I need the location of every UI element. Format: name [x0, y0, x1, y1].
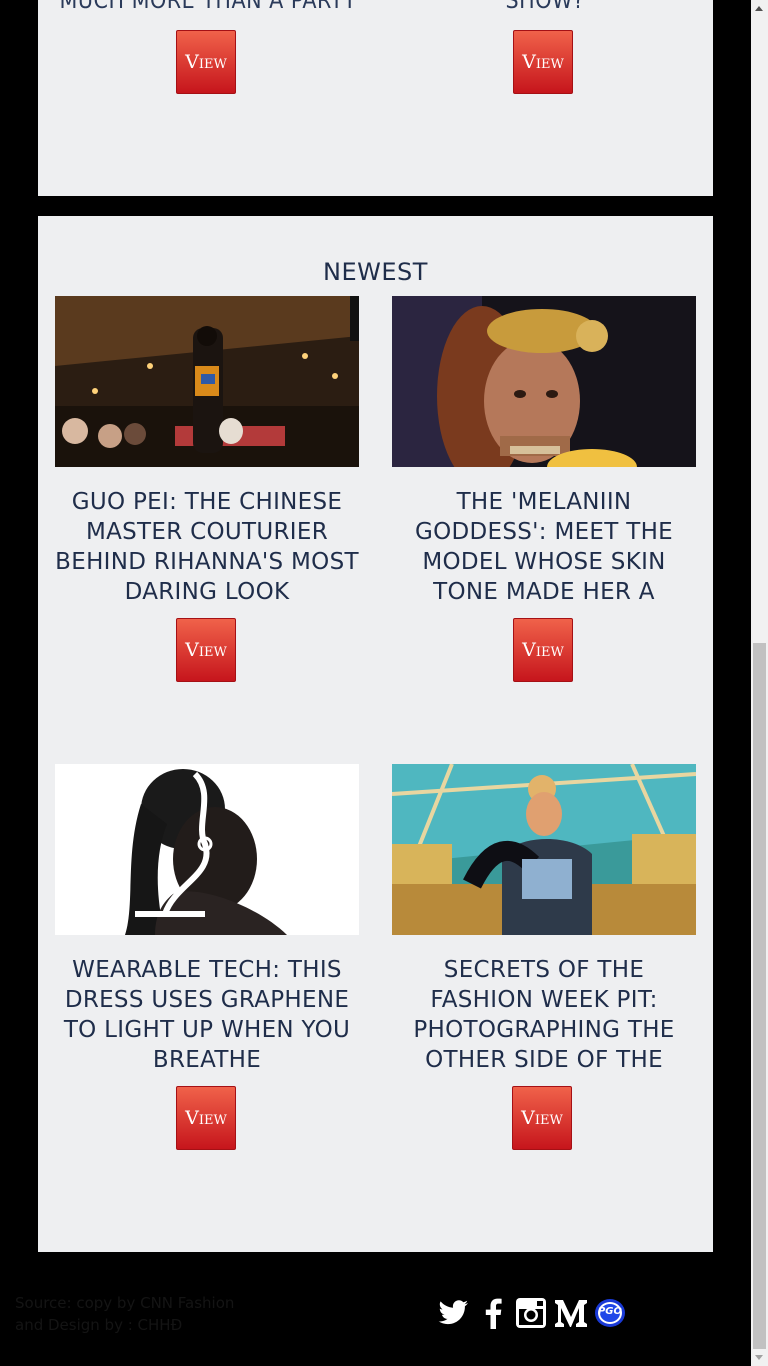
article-title: THE 'MELANIIN GODDESS': MEET THE MODEL W… [414, 489, 673, 605]
article-title: SECRETS OF THE FASHION WEEK PIT: PHOTOGR… [413, 957, 675, 1073]
article-thumbnail[interactable] [392, 764, 696, 935]
footer-credits: Source: copy by CNN Fashion and Design b… [15, 1294, 235, 1334]
article-thumbnail[interactable] [392, 296, 696, 467]
medium-icon[interactable] [553, 1296, 589, 1330]
section-title: NEWEST [323, 258, 428, 286]
instagram-icon[interactable] [514, 1296, 548, 1330]
article-thumbnail[interactable] [55, 764, 359, 935]
article-title: GUO PEI: THE CHINESE MASTER COUTURIER BE… [55, 489, 359, 605]
pgo-label: PGO [597, 1306, 623, 1317]
scrollbar-thumb[interactable] [753, 643, 766, 1349]
article-title: WEARABLE TECH: THIS DRESS USES GRAPHENE … [63, 957, 351, 1073]
article-card: SECRETS OF THE FASHION WEEK PIT: PHOTOGR… [392, 764, 696, 1075]
view-button[interactable]: View [176, 1086, 236, 1150]
view-button[interactable]: View [176, 30, 236, 94]
view-button[interactable]: View [513, 618, 573, 682]
article-title: SHOW? [505, 0, 585, 14]
view-button[interactable]: View [176, 618, 236, 682]
scroll-down-icon[interactable] [755, 1355, 763, 1360]
newest-section: NEWEST GUO PEI: THE CHINESE MASTER COUTU… [38, 216, 713, 1252]
previous-articles-panel: MUCH MORE THAN A PARTY SHOW? View View [38, 0, 713, 196]
article-card: THE 'MELANIIN GODDESS': MEET THE MODEL W… [392, 296, 696, 607]
twitter-icon[interactable] [436, 1296, 470, 1330]
pgo-icon[interactable]: PGO [594, 1298, 626, 1328]
scroll-up-icon[interactable] [755, 6, 763, 11]
article-title: MUCH MORE THAN A PARTY [59, 0, 357, 14]
article-card: GUO PEI: THE CHINESE MASTER COUTURIER BE… [55, 296, 359, 607]
view-button[interactable]: View [512, 1086, 572, 1150]
facebook-icon[interactable] [476, 1296, 510, 1330]
view-button[interactable]: View [513, 30, 573, 94]
article-thumbnail[interactable] [55, 296, 359, 467]
vertical-scrollbar[interactable] [751, 0, 768, 1366]
article-card: WEARABLE TECH: THIS DRESS USES GRAPHENE … [55, 764, 359, 1075]
